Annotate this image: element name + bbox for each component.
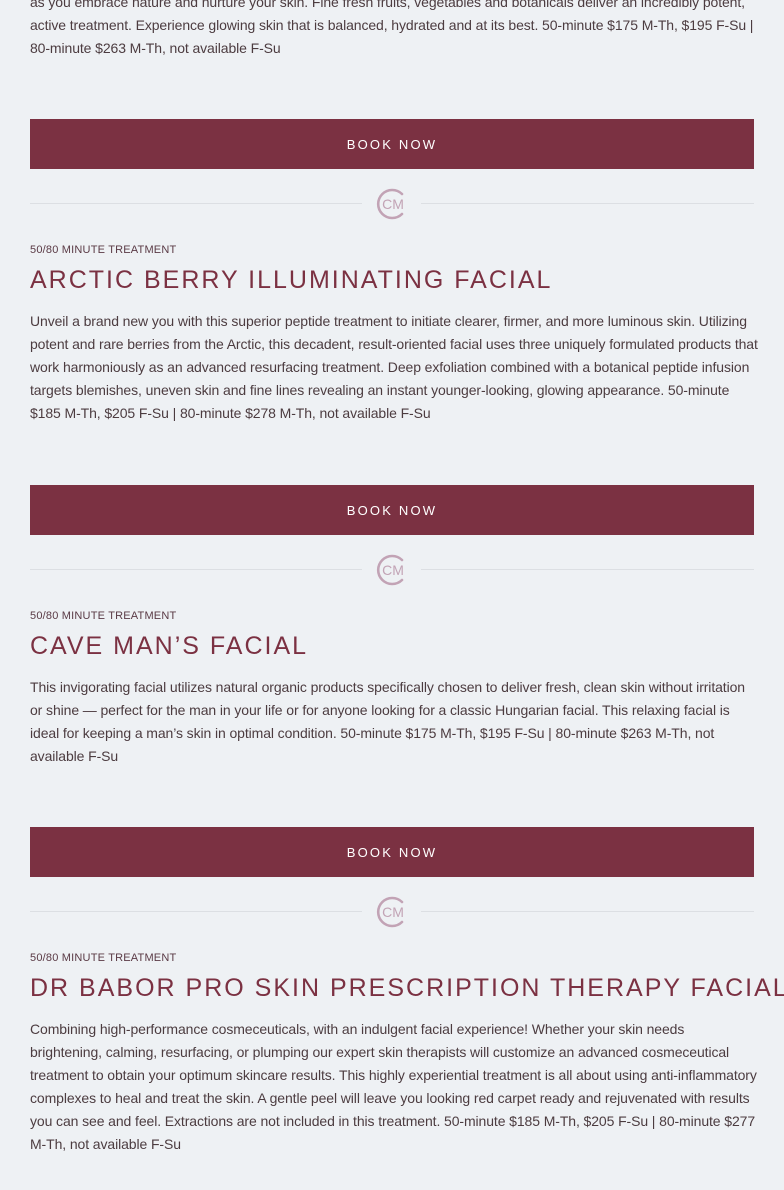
treatment-title: Dr Babor Pro Skin Prescription Therapy F… [30,974,784,1002]
cm-logo-icon: CM [376,554,404,586]
logo-text: CM [382,904,404,920]
treatment-description: Combining high-performance cosmeceutical… [30,1021,757,1152]
treatment-description: This invigorating facial utilizes natura… [30,679,745,764]
section-divider: CM [30,895,754,929]
treatment-description: Unveil a brand new you with this superio… [30,313,758,421]
treatment-title: Cave Man’s Facial [30,632,309,660]
cm-logo-icon: CM [376,896,404,928]
logo-text: CM [382,196,404,212]
treatment-kicker: 50/80 Minute Treatment [30,610,177,622]
treatment-title: Arctic Berry Illuminating Facial [30,266,553,294]
treatment-kicker: 50/80 Minute Treatment [30,952,177,964]
cm-logo-icon: CM [376,188,404,220]
logo-text: CM [382,562,404,578]
book-now-button[interactable]: Book Now [30,485,754,535]
section-divider: CM [30,187,754,221]
book-now-button[interactable]: Book Now [30,827,754,877]
treatment-kicker: 50/80 Minute Treatment [30,244,177,256]
section-divider: CM [30,553,754,587]
treatment-description: as you embrace nature and nurture your s… [30,0,754,56]
book-now-button[interactable]: Book Now [30,119,754,169]
